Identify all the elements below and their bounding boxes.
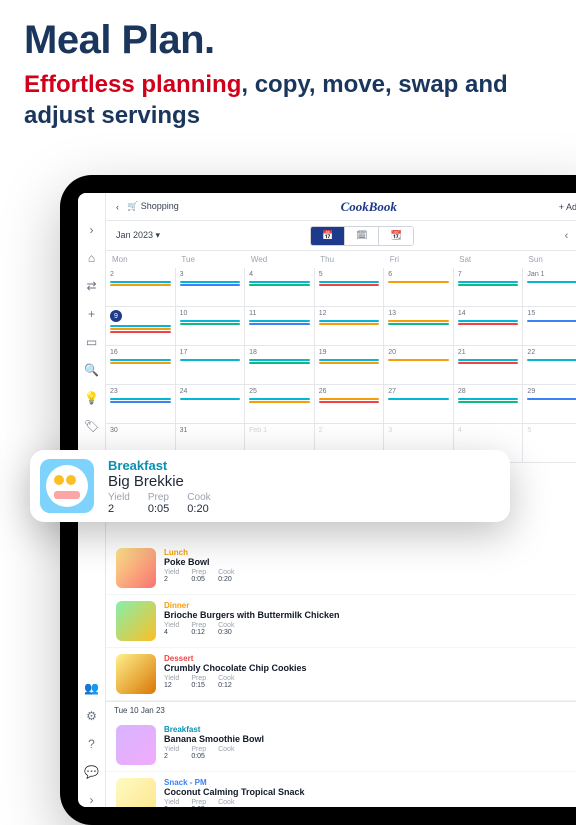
meal-row[interactable]: Dessert Crumbly Chocolate Chip Cookies Y… (106, 648, 576, 701)
meal-title: Banana Smoothie Bowl (164, 734, 576, 744)
cal-cell[interactable]: 21 (454, 346, 523, 384)
control-bar: Jan 2023 ▾ 📅 🗓 📆 ‹ › (106, 221, 576, 251)
chevron-right-icon[interactable]: › (85, 223, 99, 237)
segment-month[interactable]: 📅 (311, 227, 345, 245)
meal-row[interactable]: Breakfast Banana Smoothie Bowl Yield2Pre… (106, 719, 576, 772)
weekday-label: Tue (175, 251, 244, 268)
stat-value: 0:05 (148, 503, 169, 515)
meal-list: Lunch Poke Bowl Yield2Prep0:05Cook0:20 D… (106, 480, 576, 807)
stat-value: 0:20 (187, 503, 210, 515)
weekday-label: Mon (106, 251, 175, 268)
cal-cell[interactable]: 10 (176, 307, 245, 345)
cal-cell[interactable]: 4 (245, 268, 314, 306)
bulb-icon[interactable]: 💡 (85, 391, 99, 405)
segment-week[interactable]: 🗓 (345, 227, 379, 245)
meal-thumb (116, 654, 156, 694)
cal-cell[interactable]: 29 (523, 385, 576, 423)
stat-label: Prep (148, 492, 169, 503)
cal-cell[interactable]: Jan 1 (523, 268, 576, 306)
meal-title: Crumbly Chocolate Chip Cookies (164, 663, 576, 673)
weekday-label: Wed (245, 251, 314, 268)
meal-thumb (116, 725, 156, 765)
home-icon[interactable]: ⌂ (85, 251, 99, 265)
cal-cell[interactable]: 22 (523, 346, 576, 384)
day-header: Tue 10 Jan 23 (106, 701, 576, 719)
calendar-weekdays: Mon Tue Wed Thu Fri Sat Sun (106, 251, 576, 268)
cal-cell[interactable]: 16 (106, 346, 175, 384)
book-icon[interactable]: ▭ (85, 335, 99, 349)
cal-cell[interactable]: 15 (523, 307, 576, 345)
plus-icon[interactable]: + (85, 307, 99, 321)
cal-cell[interactable]: 5 (315, 268, 384, 306)
popout-meal-title: Big Brekkie (108, 473, 211, 490)
top-bar: ‹ 🛒 Shopping CookBook + Add (106, 193, 576, 221)
cal-cell[interactable]: 19 (315, 346, 384, 384)
meal-thumb (116, 548, 156, 588)
stat-label: Cook (187, 492, 210, 503)
cal-cell[interactable]: 13 (384, 307, 453, 345)
cal-cell[interactable]: 11 (245, 307, 314, 345)
popout-meal-type: Breakfast (108, 458, 211, 473)
cal-cell[interactable]: 26 (315, 385, 384, 423)
weekday-label: Fri (384, 251, 453, 268)
shopping-link[interactable]: 🛒 Shopping (127, 201, 179, 212)
view-segment: 📅 🗓 📆 (310, 226, 414, 246)
cal-cell[interactable]: 28 (454, 385, 523, 423)
tag-icon[interactable]: 🏷 (85, 419, 99, 433)
cal-cell[interactable]: 24 (176, 385, 245, 423)
cal-cell[interactable]: 23 (106, 385, 175, 423)
meal-row[interactable]: Snack - PM Coconut Calming Tropical Snac… (106, 772, 576, 807)
app-logo: CookBook (179, 199, 559, 215)
back-button[interactable]: ‹ (116, 202, 119, 212)
meal-title: Brioche Burgers with Buttermilk Chicken (164, 610, 576, 620)
meal-type: Dinner (164, 601, 576, 610)
promo-title: Meal Plan. (24, 18, 552, 63)
swap-icon[interactable]: ⇄ (85, 279, 99, 293)
cal-cell[interactable]: 14 (454, 307, 523, 345)
cal-cell[interactable]: 18 (245, 346, 314, 384)
meal-type: Snack - PM (164, 778, 576, 787)
cal-cell[interactable]: 25 (245, 385, 314, 423)
chevron-right-icon[interactable]: › (85, 793, 99, 807)
weekday-label: Thu (314, 251, 383, 268)
cal-cell[interactable]: 5 (523, 424, 576, 462)
cal-cell[interactable]: 7 (454, 268, 523, 306)
meal-type: Lunch (164, 548, 576, 557)
cal-cell-today[interactable]: 9 (106, 307, 175, 345)
chat-icon[interactable]: 💬 (85, 765, 99, 779)
stat-value: 2 (108, 503, 130, 515)
meal-row[interactable]: Lunch Poke Bowl Yield2Prep0:05Cook0:20 (106, 542, 576, 595)
gear-icon[interactable]: ⚙ (85, 709, 99, 723)
prev-button[interactable]: ‹ (565, 230, 569, 242)
promo-subtitle: Effortless planning, copy, move, swap an… (24, 69, 552, 131)
cal-cell[interactable]: 2 (106, 268, 175, 306)
users-icon[interactable]: 👥 (85, 681, 99, 695)
month-selector[interactable]: Jan 2023 ▾ (116, 230, 160, 241)
cal-cell[interactable]: 3 (176, 268, 245, 306)
add-button[interactable]: + Add (559, 202, 576, 212)
meal-row[interactable]: Dinner Brioche Burgers with Buttermilk C… (106, 595, 576, 648)
cal-cell[interactable]: 17 (176, 346, 245, 384)
meal-thumb (116, 601, 156, 641)
calendar-grid: 2 3 4 5 6 7 Jan 1 9 10 11 12 13 14 15 16… (106, 268, 576, 462)
cal-cell[interactable]: 12 (315, 307, 384, 345)
segment-day[interactable]: 📆 (379, 227, 413, 245)
meal-popout-card[interactable]: Breakfast Big Brekkie Yield2 Prep0:05 Co… (30, 450, 510, 522)
popout-thumb (40, 459, 94, 513)
cal-cell[interactable]: 20 (384, 346, 453, 384)
stat-label: Yield (108, 492, 130, 503)
weekday-label: Sun (523, 251, 576, 268)
cal-cell[interactable]: 27 (384, 385, 453, 423)
meal-title: Coconut Calming Tropical Snack (164, 787, 576, 797)
weekday-label: Sat (453, 251, 522, 268)
help-icon[interactable]: ? (85, 737, 99, 751)
meal-type: Dessert (164, 654, 576, 663)
meal-type: Breakfast (164, 725, 576, 734)
search-icon[interactable]: 🔍 (85, 363, 99, 377)
meal-title: Poke Bowl (164, 557, 576, 567)
cal-cell[interactable]: 6 (384, 268, 453, 306)
meal-thumb (116, 778, 156, 807)
